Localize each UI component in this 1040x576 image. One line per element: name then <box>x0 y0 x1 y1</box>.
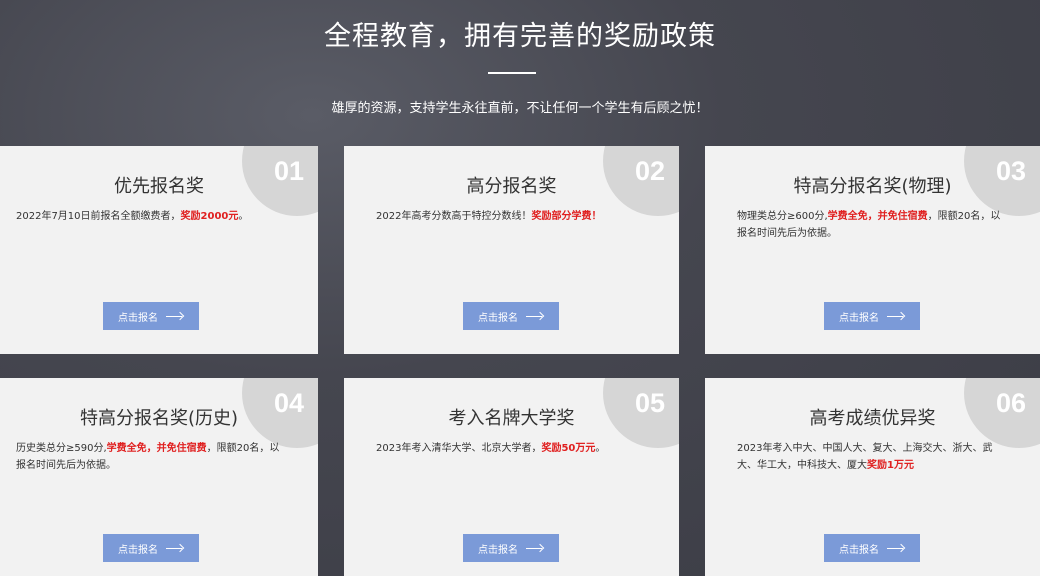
card-title: 高分报名奖 <box>466 176 557 197</box>
arrow-right-icon <box>887 311 905 321</box>
register-button[interactable]: 点击报名 <box>103 534 199 562</box>
register-button[interactable]: 点击报名 <box>463 534 559 562</box>
card-title: 特高分报名奖(物理) <box>793 176 952 197</box>
award-highlight: 奖励2000元 <box>180 211 239 222</box>
register-button[interactable]: 点击报名 <box>463 302 559 330</box>
card-title: 考入名牌大学奖 <box>448 408 575 429</box>
award-card-1: 01 优先报名奖 2022年7月10日前报名全额缴费者，奖励2000元。 点击报… <box>0 146 318 354</box>
arrow-right-icon <box>526 543 544 553</box>
arrow-right-icon <box>166 543 184 553</box>
register-button[interactable]: 点击报名 <box>103 302 199 330</box>
award-card-6: 06 高考成绩优异奖 2023年考入中大、中国人大、复大、上海交大、浙大、武大、… <box>705 378 1040 576</box>
award-highlight: 奖励部分学费！ <box>531 211 602 222</box>
hero-title: 全程教育，拥有完善的奖励政策 <box>324 21 716 52</box>
award-card-2: 02 高分报名奖 2022年高考分数高于特控分数线！奖励部分学费！ 点击报名 <box>344 146 679 354</box>
register-button[interactable]: 点击报名 <box>824 534 920 562</box>
arrow-right-icon <box>166 311 184 321</box>
card-title: 优先报名奖 <box>114 176 204 197</box>
arrow-right-icon <box>887 543 905 553</box>
card-description: 2022年高考分数高于特控分数线！奖励部分学费！ <box>376 211 602 222</box>
award-highlight: 奖励50万元 <box>541 443 596 454</box>
card-title: 特高分报名奖(历史) <box>79 408 239 429</box>
card-title: 高考成绩优异奖 <box>809 408 936 429</box>
award-highlight: 奖励1万元 <box>867 460 914 471</box>
hero-divider <box>488 72 536 74</box>
card-description: 物理类总分≥600分,学费全免，并免住宿费，限额20名，以报名时间先后为依据。 <box>737 211 1001 239</box>
card-description: 2023年考入清华大学、北京大学者，奖励50万元。 <box>376 443 606 454</box>
award-card-3: 03 特高分报名奖(物理) 物理类总分≥600分,学费全免，并免住宿费，限额20… <box>705 146 1040 354</box>
card-description: 2023年考入中大、中国人大、复大、上海交大、浙大、武大、华工大，中科技大、厦大… <box>737 443 993 471</box>
award-highlight: 学费全免，并免住宿费 <box>106 443 207 454</box>
register-button[interactable]: 点击报名 <box>824 302 920 330</box>
arrow-right-icon <box>526 311 544 321</box>
card-description: 2022年7月10日前报名全额缴费者，奖励2000元。 <box>16 211 249 222</box>
card-description: 历史类总分≥590分,学费全免，并免住宿费，限额20名，以报名时间先后为依据。 <box>16 443 280 471</box>
award-highlight: 学费全免，并免住宿费 <box>827 211 928 222</box>
hero-subtitle: 雄厚的资源，支持学生永往直前，不让任何一个学生有后顾之忧！ <box>331 101 709 116</box>
award-card-4: 04 特高分报名奖(历史) 历史类总分≥590分,学费全免，并免住宿费，限额20… <box>0 378 318 576</box>
award-card-5: 05 考入名牌大学奖 2023年考入清华大学、北京大学者，奖励50万元。 点击报… <box>344 378 679 576</box>
